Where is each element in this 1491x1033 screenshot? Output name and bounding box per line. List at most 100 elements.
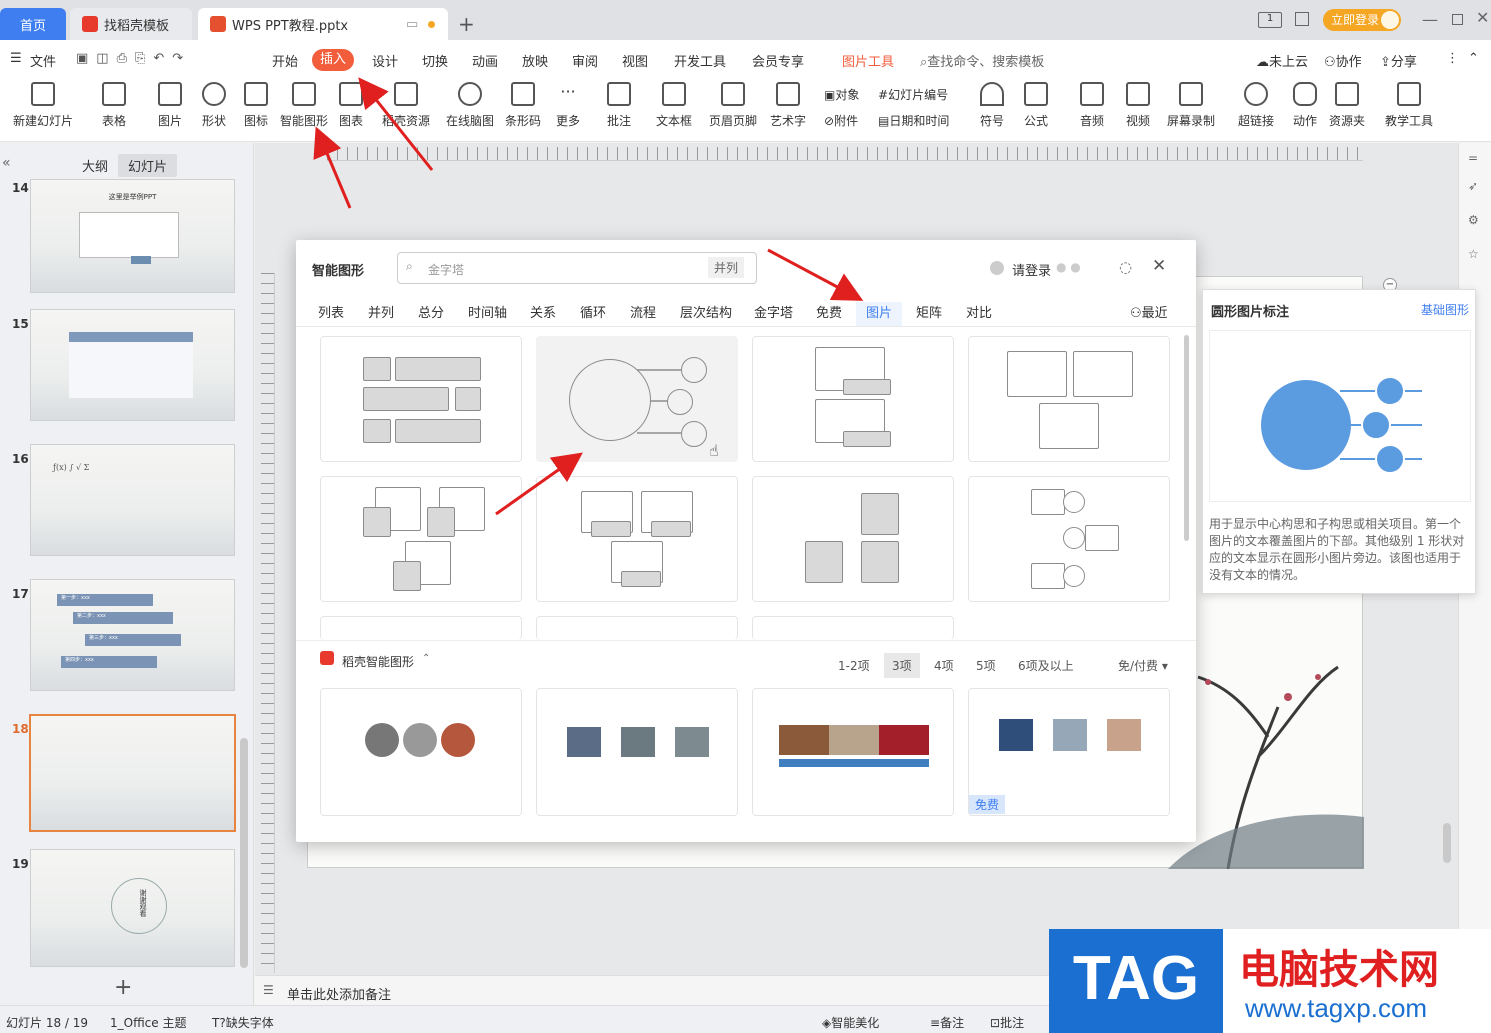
- picture-button[interactable]: 图片: [152, 80, 188, 129]
- more-icon[interactable]: ⋮: [1446, 51, 1459, 66]
- action-button[interactable]: 动作: [1290, 80, 1320, 129]
- collapse-ribbon-icon[interactable]: ⌃: [1468, 51, 1479, 66]
- message-icon[interactable]: ◌: [1119, 258, 1132, 276]
- slide-thumbnail-16[interactable]: ƒ(x) ∫ √ Σ: [30, 444, 235, 556]
- object-button[interactable]: ▣对象: [824, 86, 859, 103]
- share-button[interactable]: ⇪分享: [1380, 51, 1417, 70]
- menu-design[interactable]: 设计: [372, 51, 398, 70]
- slide-thumbnail-17[interactable]: 第一步：xxx 第二步：xxx 第三步：xxx 第四步：xxx: [30, 579, 235, 691]
- item-count-filter[interactable]: 6项及以上: [1018, 657, 1074, 674]
- tab-home[interactable]: 首页: [0, 8, 66, 40]
- more-button[interactable]: ··· 更多: [550, 80, 586, 129]
- panel-scrollbar[interactable]: [240, 738, 248, 968]
- command-search[interactable]: ⌕查找命令、搜索模板: [920, 51, 1044, 70]
- login-button[interactable]: 立即登录: [1323, 9, 1401, 31]
- wordart-button[interactable]: 艺术字: [768, 80, 808, 129]
- chart-button[interactable]: 图表: [336, 80, 366, 129]
- graphic-card[interactable]: [752, 476, 954, 602]
- graphic-card[interactable]: [752, 336, 954, 462]
- docer-section-label[interactable]: 稻壳智能图形: [342, 653, 414, 670]
- beautify-button[interactable]: ◈智能美化: [822, 1014, 879, 1031]
- docer-resource-button[interactable]: 稻壳资源: [380, 80, 432, 129]
- notes-toggle[interactable]: ≡备注: [930, 1014, 964, 1031]
- graphic-card[interactable]: [320, 336, 522, 462]
- dialog-login[interactable]: 请登录: [1012, 260, 1051, 279]
- collab-button[interactable]: ⚇协作: [1324, 51, 1362, 70]
- layout-icon[interactable]: 1: [1258, 12, 1282, 28]
- menu-start[interactable]: 开始: [272, 51, 298, 70]
- menu-view[interactable]: 视图: [622, 51, 648, 70]
- menu-switch[interactable]: 切换: [422, 51, 448, 70]
- tab-template[interactable]: 找稻壳模板: [70, 8, 192, 40]
- rocket-icon[interactable]: ➶: [1468, 179, 1478, 193]
- menu-review[interactable]: 审阅: [572, 51, 598, 70]
- missing-font-button[interactable]: T?缺失字体: [212, 1014, 274, 1031]
- slides-tab[interactable]: 幻灯片: [118, 154, 178, 177]
- icon-button[interactable]: 图标: [240, 80, 272, 129]
- category-tab[interactable]: 总分: [418, 302, 444, 321]
- formula-button[interactable]: 公式: [1020, 80, 1052, 129]
- chevron-up-icon[interactable]: ⌃: [422, 653, 430, 664]
- quick-access-icons[interactable]: ▣◫⎙⎘↶↷: [76, 51, 191, 66]
- cloud-button[interactable]: ☁未上云: [1256, 51, 1308, 70]
- right-toolbar-handle[interactable]: =: [1468, 151, 1478, 165]
- category-tab[interactable]: 免费: [816, 302, 842, 321]
- resource-folder-button[interactable]: 资源夹: [1328, 80, 1366, 129]
- menu-insert[interactable]: 插入: [312, 49, 354, 71]
- menu-file[interactable]: 文件: [30, 51, 56, 70]
- slide-thumbnail-15[interactable]: [30, 309, 235, 421]
- textbox-button[interactable]: 文本框: [652, 80, 696, 129]
- new-slide-button[interactable]: 新建幻灯片: [8, 80, 78, 129]
- dialog-search[interactable]: ⌕ 金字塔 并列: [397, 252, 757, 284]
- minimize-button[interactable]: —: [1422, 10, 1438, 29]
- barcode-button[interactable]: 条形码: [504, 80, 542, 129]
- slide-number-button[interactable]: #幻灯片编号: [878, 86, 948, 103]
- graphic-card[interactable]: [968, 476, 1170, 602]
- dialog-scrollbar[interactable]: [1184, 335, 1189, 541]
- shape-button[interactable]: 形状: [196, 80, 232, 129]
- menu-devtools[interactable]: 开发工具: [674, 51, 726, 70]
- category-tab[interactable]: 矩阵: [916, 302, 942, 321]
- settings-icon[interactable]: ⚙: [1468, 213, 1479, 227]
- hyperlink-button[interactable]: 超链接: [1236, 80, 1276, 129]
- price-filter[interactable]: 免/付费 ▾: [1118, 657, 1168, 674]
- menu-picture-tools[interactable]: 图片工具: [842, 51, 894, 70]
- maximize-button[interactable]: [1452, 14, 1463, 25]
- new-tab-button[interactable]: +: [458, 12, 475, 36]
- screen-record-button[interactable]: 屏幕录制: [1166, 80, 1216, 129]
- graphic-card[interactable]: [752, 616, 954, 640]
- menu-play[interactable]: 放映: [522, 51, 548, 70]
- item-count-filter[interactable]: 5项: [976, 657, 996, 674]
- category-tab[interactable]: 并列: [368, 302, 394, 321]
- star-icon[interactable]: ☆: [1468, 247, 1479, 261]
- docer-graphic-card[interactable]: [536, 688, 738, 816]
- graphic-card[interactable]: [536, 616, 738, 640]
- item-count-filter[interactable]: 4项: [934, 657, 954, 674]
- mindmap-button[interactable]: 在线脑图: [444, 80, 496, 129]
- category-tab[interactable]: 金字塔: [754, 302, 793, 321]
- outline-tab[interactable]: 大纲: [82, 156, 108, 175]
- category-tab[interactable]: 关系: [530, 302, 556, 321]
- menu-animation[interactable]: 动画: [472, 51, 498, 70]
- smart-graphic-button[interactable]: 智能图形: [278, 80, 330, 129]
- graphic-card[interactable]: [320, 476, 522, 602]
- monitor-icon[interactable]: ▭: [406, 17, 418, 32]
- search-tag[interactable]: 并列: [708, 257, 745, 278]
- graphic-card[interactable]: [968, 336, 1170, 462]
- category-tab[interactable]: 列表: [318, 302, 344, 321]
- graphic-card[interactable]: [536, 476, 738, 602]
- datetime-button[interactable]: ▤日期和时间: [878, 112, 949, 129]
- close-window-button[interactable]: ✕: [1476, 8, 1489, 27]
- basic-graphic-link[interactable]: 基础图形: [1421, 301, 1469, 318]
- comment-button[interactable]: 批注: [604, 80, 634, 129]
- add-slide-button[interactable]: +: [114, 975, 132, 1000]
- attachment-button[interactable]: ⊘附件: [824, 112, 858, 129]
- audio-button[interactable]: 音频: [1076, 80, 1108, 129]
- graphic-card-circle-picture[interactable]: ☝: [536, 336, 738, 462]
- slide-thumbnail-14[interactable]: 这里是举例PPT: [30, 179, 235, 293]
- slide-thumbnail-19[interactable]: 谢谢观看: [30, 849, 235, 967]
- theme-name[interactable]: 1_Office 主题: [110, 1014, 186, 1031]
- docer-graphic-card[interactable]: 免费: [968, 688, 1170, 816]
- close-icon[interactable]: ✕: [1152, 256, 1166, 276]
- teaching-tools-button[interactable]: 教学工具: [1384, 80, 1434, 129]
